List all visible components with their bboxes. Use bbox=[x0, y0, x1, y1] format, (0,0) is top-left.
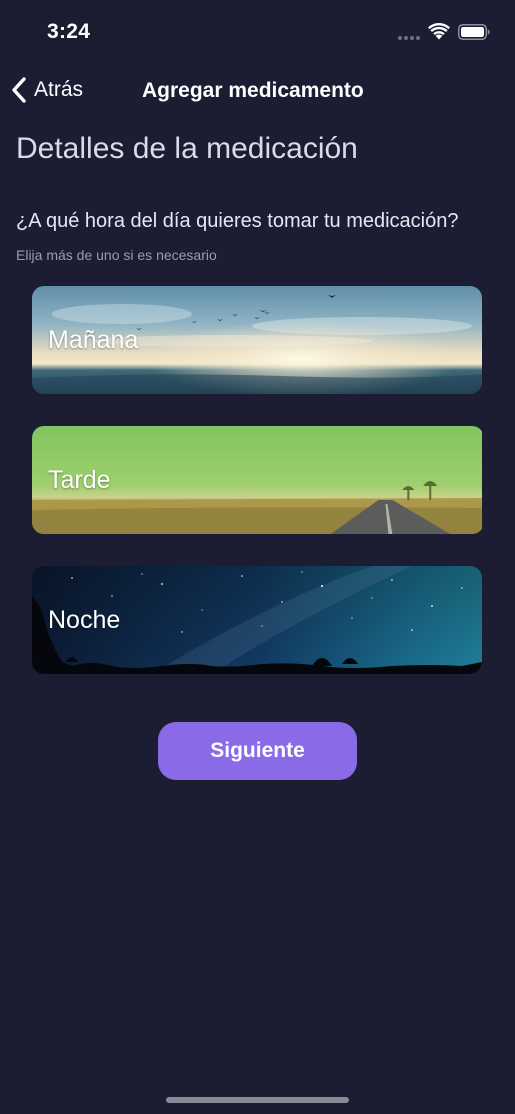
signal-dots-icon bbox=[398, 36, 420, 40]
option-card-morning[interactable]: Mañana bbox=[32, 286, 482, 394]
page-title: Detalles de la medicación bbox=[16, 132, 358, 165]
nav-title: Agregar medicamento bbox=[142, 79, 364, 102]
home-indicator[interactable] bbox=[166, 1097, 349, 1103]
option-card-night[interactable]: Noche bbox=[32, 566, 482, 674]
back-label: Atrás bbox=[34, 78, 84, 101]
navigation-bar: Atrás Agregar medicamento bbox=[0, 68, 515, 114]
time-question: ¿A qué hora del día quieres tomar tu med… bbox=[16, 210, 459, 232]
option-card-afternoon[interactable]: Tarde bbox=[32, 426, 484, 534]
chevron-left-icon bbox=[12, 77, 26, 103]
selection-hint: Elija más de uno si es necesario bbox=[16, 247, 217, 263]
status-time: 3:24 bbox=[47, 20, 91, 43]
option-label-night: Noche bbox=[48, 606, 121, 634]
next-button[interactable]: Siguiente bbox=[158, 722, 357, 780]
status-bar: 3:24 bbox=[0, 0, 515, 60]
wifi-icon bbox=[428, 23, 450, 40]
option-label-morning: Mañana bbox=[48, 326, 139, 354]
back-button[interactable]: Atrás bbox=[10, 76, 83, 104]
screen: 3:24 Atrás Agregar medicamento Detalles bbox=[0, 0, 515, 1114]
option-label-afternoon: Tarde bbox=[48, 466, 111, 494]
battery-icon bbox=[458, 24, 490, 40]
